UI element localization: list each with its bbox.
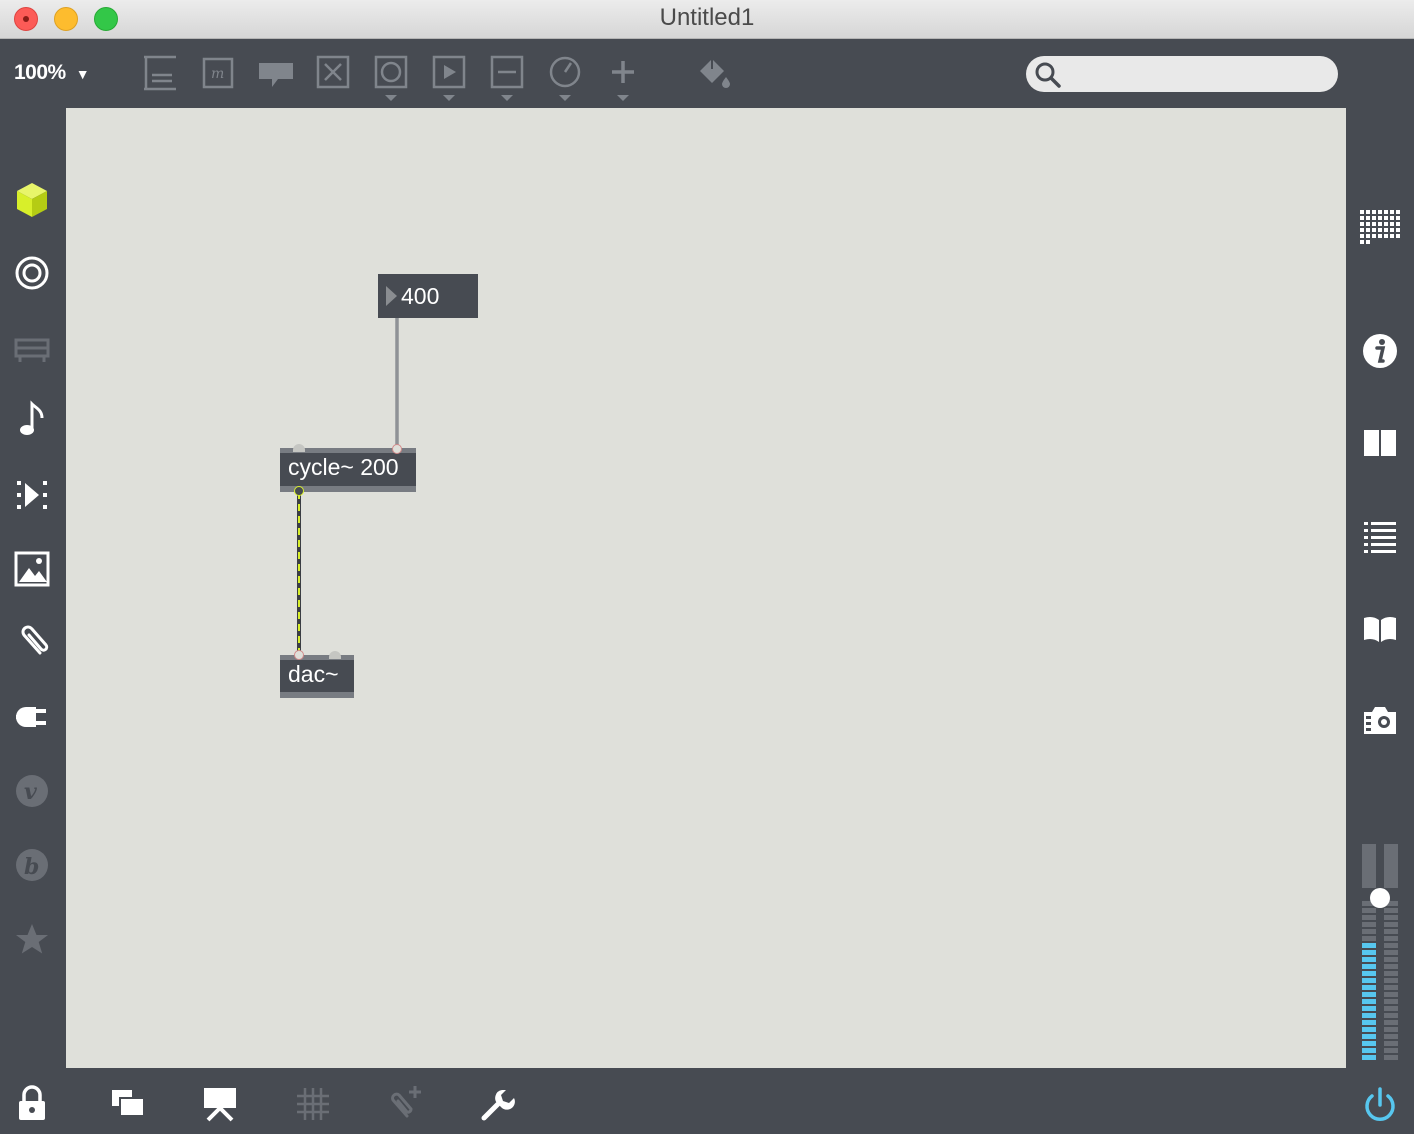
patch-cords <box>297 318 399 655</box>
meter-segment-right <box>1384 908 1398 913</box>
meter-segment-left <box>1362 922 1376 927</box>
meter-segment-left <box>1362 1020 1376 1025</box>
meter-segment-right <box>1384 1048 1398 1053</box>
meter-segment-right <box>1384 922 1398 927</box>
meter-segment-left <box>1362 915 1376 920</box>
meter-segment-left <box>1362 985 1376 990</box>
overlapping-windows-icon <box>112 1090 145 1117</box>
cycle-signal-outlet[interactable] <box>294 486 304 496</box>
cycle-object-text: cycle~ 200 <box>288 454 399 480</box>
meter-segment-left <box>1362 1027 1376 1032</box>
meter-segment-right <box>1384 971 1398 976</box>
paperclip-plus-icon <box>391 1086 421 1118</box>
meter-segment-right <box>1384 929 1398 934</box>
meter-segment-left <box>1362 1013 1376 1018</box>
meter-segment-left <box>1362 999 1376 1004</box>
meter-segment-left <box>1362 1006 1376 1011</box>
meter-segment-left <box>1362 950 1376 955</box>
meter-segment-right <box>1384 1027 1398 1032</box>
meter-segment-left <box>1362 936 1376 941</box>
meter-segment-right <box>1384 915 1398 920</box>
meter-segment-left <box>1362 943 1376 948</box>
meter-segment-left <box>1362 971 1376 976</box>
cycle-left-inlet[interactable] <box>293 444 305 452</box>
settings-wrench-button[interactable] <box>478 1084 518 1124</box>
meter-segment-left <box>1362 908 1376 913</box>
add-attachment-button[interactable] <box>385 1084 425 1124</box>
message-box-text: 400 <box>401 283 440 309</box>
lock-icon <box>19 1085 45 1120</box>
meter-segment-left <box>1362 992 1376 997</box>
volume-slider-knob[interactable] <box>1370 888 1390 908</box>
meter-segment-right <box>1384 964 1398 969</box>
meter-segment-right <box>1384 1020 1398 1025</box>
meter-segment-left <box>1362 978 1376 983</box>
message-box-400[interactable]: 400 <box>378 274 478 318</box>
meter-segment-left <box>1362 1048 1376 1053</box>
presentation-screen-icon <box>204 1088 236 1122</box>
meter-segment-right <box>1384 999 1398 1004</box>
bottom-toolbar <box>0 1068 1414 1134</box>
lock-button[interactable] <box>12 1084 52 1124</box>
power-icon <box>1365 1087 1395 1121</box>
meter-segment-left <box>1362 957 1376 962</box>
grid-icon <box>297 1088 329 1120</box>
meter-segment-right <box>1384 1034 1398 1039</box>
meter-segment-left <box>1362 929 1376 934</box>
meter-graphic <box>1362 844 1398 1060</box>
meter-segment-right <box>1384 957 1398 962</box>
meter-segment-right <box>1384 978 1398 983</box>
meter-segment-left <box>1362 1041 1376 1046</box>
meter-segment-right <box>1384 985 1398 990</box>
wrench-icon <box>481 1090 515 1121</box>
meter-segment-right <box>1384 943 1398 948</box>
grid-toggle-button[interactable] <box>293 1084 333 1124</box>
meter-segment-right <box>1384 1006 1398 1011</box>
object-inlet-bar <box>280 655 354 660</box>
cycle-right-inlet[interactable] <box>392 444 402 454</box>
meter-segment-right <box>1384 1013 1398 1018</box>
dac-object[interactable]: dac~ <box>280 655 354 698</box>
meter-segment-right <box>1384 992 1398 997</box>
meter-segment-left <box>1362 964 1376 969</box>
audio-power-button[interactable] <box>1360 1084 1400 1124</box>
presentation-button[interactable] <box>200 1084 240 1124</box>
dac-object-text: dac~ <box>288 661 339 687</box>
dac-left-inlet[interactable] <box>294 650 304 660</box>
audio-volume-meter[interactable] <box>1362 844 1402 1060</box>
meter-segment-left <box>1362 1055 1376 1060</box>
meter-segment-right <box>1384 1055 1398 1060</box>
message-triangle-icon <box>386 286 397 306</box>
dac-right-inlet[interactable] <box>329 651 341 659</box>
meter-segment-right <box>1384 936 1398 941</box>
object-outlet-bar <box>280 692 354 698</box>
meter-segment-right <box>1384 1041 1398 1046</box>
presentation-mode-button[interactable] <box>108 1084 148 1124</box>
meter-segment-left <box>1362 1034 1376 1039</box>
meter-segment-right <box>1384 950 1398 955</box>
